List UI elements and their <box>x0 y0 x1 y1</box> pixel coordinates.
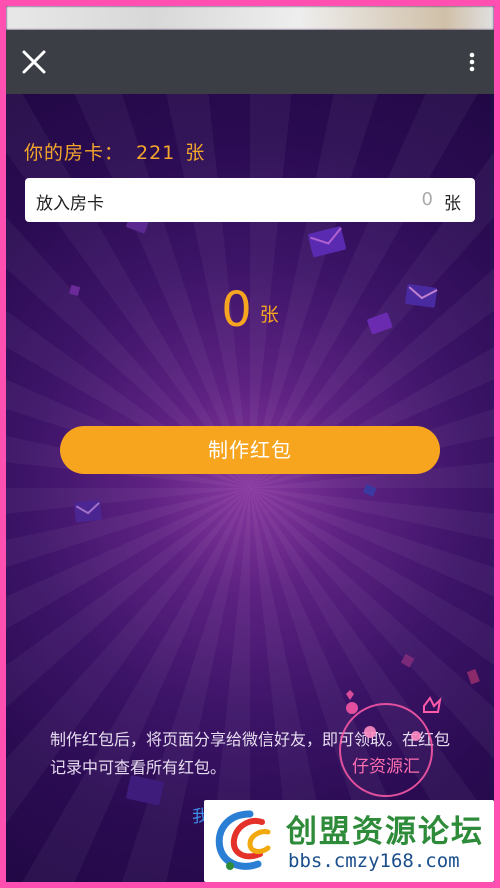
forum-name: 创盟资源论坛 <box>286 814 484 850</box>
make-red-packet-button[interactable]: 制作红包 <box>60 426 440 474</box>
stamp-text: 仔资源汇 <box>352 757 420 777</box>
top-nav-bar <box>6 30 494 94</box>
forum-logo-icon <box>215 810 271 870</box>
quantity-input-unit: 张 <box>444 194 461 214</box>
watermark-stamp: 仔资源汇 <box>339 690 442 797</box>
room-card-unit: 张 <box>185 142 206 164</box>
quantity-input-label: 放入房卡 <box>36 194 104 214</box>
confetti-piece <box>466 669 480 685</box>
forum-watermark: 创盟资源论坛 bbs.cmzy168.com <box>204 800 494 882</box>
selected-card-count: 0张 <box>6 282 494 338</box>
forum-url: bbs.cmzy168.com <box>288 850 460 872</box>
close-button[interactable] <box>20 48 48 76</box>
selected-count-value: 0 <box>221 282 252 338</box>
selected-count-unit: 张 <box>259 303 279 326</box>
envelope-decoration <box>74 500 102 523</box>
confetti-piece <box>362 484 377 497</box>
quantity-input-value[interactable]: 0 <box>422 189 433 210</box>
room-card-balance: 你的房卡： 221 张 <box>24 138 205 165</box>
room-card-count: 221 <box>136 142 176 164</box>
room-card-quantity-input[interactable]: 放入房卡 0 张 <box>25 178 475 222</box>
envelope-decoration <box>307 226 346 258</box>
more-options-button[interactable] <box>466 48 478 76</box>
more-vertical-icon <box>469 52 475 72</box>
phone-screen: 你的房卡： 221 张 放入房卡 0 张 0张 制作红包 制作红包后，将页面分享给微… <box>6 6 494 882</box>
status-bar <box>6 6 494 30</box>
confetti-piece <box>400 654 415 668</box>
close-icon <box>22 50 46 74</box>
room-card-label: 你的房卡： <box>24 142 125 164</box>
